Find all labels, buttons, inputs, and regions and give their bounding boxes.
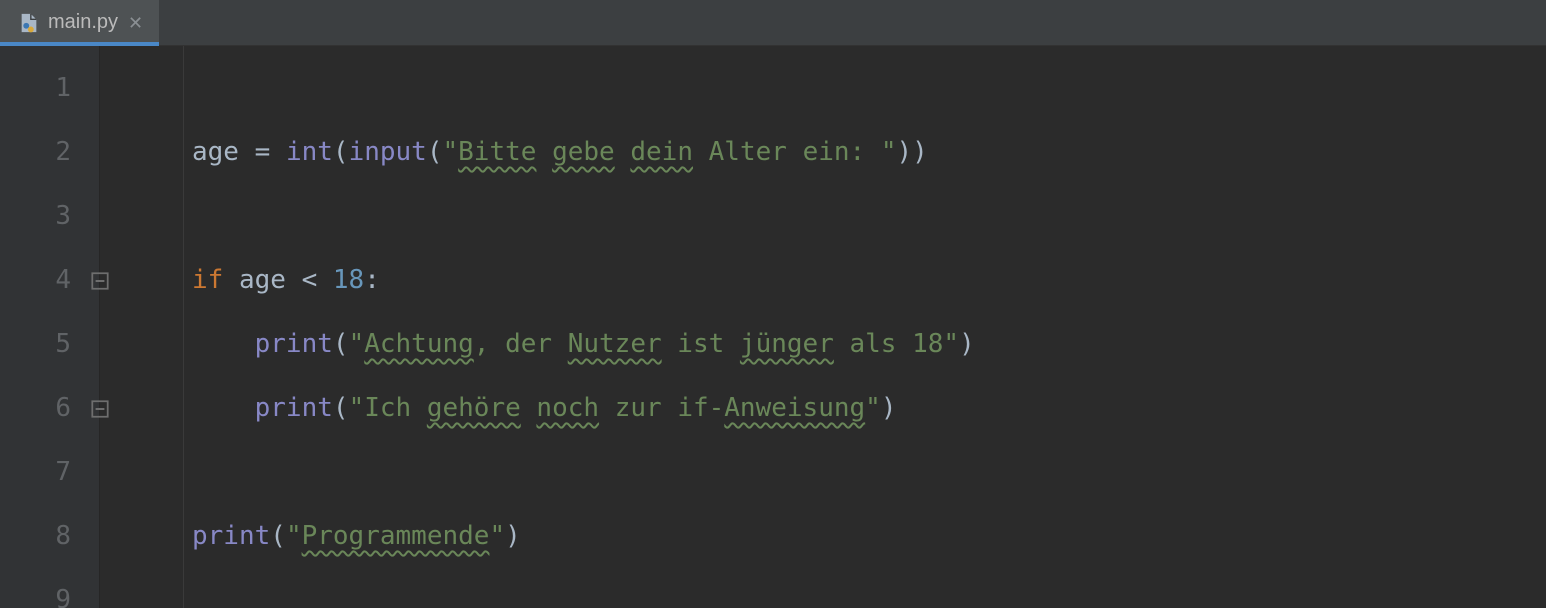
code-line[interactable] — [192, 184, 1546, 248]
code-token: dein — [630, 137, 693, 167]
code-token: input — [349, 137, 427, 167]
close-tab-icon[interactable]: ✕ — [126, 12, 145, 34]
code-token — [615, 137, 631, 167]
line-number: 4 — [0, 248, 99, 312]
code-token — [192, 393, 255, 423]
code-token: " — [489, 521, 505, 551]
code-token: ( — [333, 393, 349, 423]
code-line[interactable]: print("Programmende") — [192, 504, 1546, 568]
fold-cell — [100, 504, 183, 568]
code-token — [521, 393, 537, 423]
tab-bar: main.py ✕ — [0, 0, 1546, 46]
line-number-gutter: 123456789 — [0, 46, 100, 608]
code-token: < — [302, 265, 333, 295]
code-token: print — [255, 329, 333, 359]
code-token: print — [255, 393, 333, 423]
fold-cell — [100, 248, 183, 312]
code-token: int — [286, 137, 333, 167]
code-token: = — [255, 137, 286, 167]
code-token: Alter ein: " — [693, 137, 897, 167]
code-line[interactable] — [192, 440, 1546, 504]
code-token: if — [192, 265, 239, 295]
code-line[interactable] — [192, 56, 1546, 120]
fold-collapse-icon[interactable] — [89, 269, 111, 291]
line-number: 5 — [0, 312, 99, 376]
code-token: Nutzer — [568, 329, 662, 359]
code-token: , der — [474, 329, 568, 359]
fold-collapse-icon[interactable] — [89, 397, 111, 419]
fold-cell — [100, 120, 183, 184]
code-token: " — [286, 521, 302, 551]
fold-cell — [100, 568, 183, 608]
code-line[interactable]: print("Ich gehöre noch zur if-Anweisung"… — [192, 376, 1546, 440]
code-token: print — [192, 521, 270, 551]
code-token: : — [364, 265, 380, 295]
code-token: zur if- — [599, 393, 724, 423]
code-token: Bitte — [458, 137, 536, 167]
code-token: gehöre — [427, 393, 521, 423]
line-number: 3 — [0, 184, 99, 248]
code-token — [192, 329, 255, 359]
code-token: " — [865, 393, 881, 423]
line-number: 1 — [0, 56, 99, 120]
code-token: ) — [505, 521, 521, 551]
code-token: gebe — [552, 137, 615, 167]
tab-main-py[interactable]: main.py ✕ — [0, 0, 159, 45]
tab-label: main.py — [48, 11, 118, 34]
code-line[interactable]: print("Achtung, der Nutzer ist jünger al… — [192, 312, 1546, 376]
line-number: 2 — [0, 120, 99, 184]
fold-cell — [100, 184, 183, 248]
code-token: ( — [333, 137, 349, 167]
code-token: Achtung — [364, 329, 474, 359]
code-editor[interactable]: 123456789 age = int(input("Bitte gebe de… — [0, 46, 1546, 608]
code-area[interactable]: age = int(input("Bitte gebe dein Alter e… — [184, 46, 1546, 608]
code-token: age — [192, 137, 255, 167]
code-line[interactable]: age = int(input("Bitte gebe dein Alter e… — [192, 120, 1546, 184]
code-token: 18 — [333, 265, 364, 295]
fold-cell — [100, 440, 183, 504]
line-number: 7 — [0, 440, 99, 504]
fold-cell — [100, 376, 183, 440]
code-line[interactable] — [192, 568, 1546, 608]
code-token: ist — [662, 329, 740, 359]
code-token: noch — [536, 393, 599, 423]
code-token: age — [239, 265, 302, 295]
code-token: " — [349, 329, 365, 359]
code-token: Programmende — [302, 521, 490, 551]
code-token: ) — [881, 393, 897, 423]
python-file-icon — [18, 12, 40, 34]
code-token: " — [443, 137, 459, 167]
code-token: ) — [959, 329, 975, 359]
code-line[interactable]: if age < 18: — [192, 248, 1546, 312]
code-token: Anweisung — [724, 393, 865, 423]
code-token: "Ich — [349, 393, 427, 423]
code-token: ( — [333, 329, 349, 359]
line-number: 8 — [0, 504, 99, 568]
code-token: )) — [897, 137, 928, 167]
code-token: ( — [427, 137, 443, 167]
code-token: jünger — [740, 329, 834, 359]
fold-column — [100, 46, 184, 608]
code-token — [536, 137, 552, 167]
line-number: 9 — [0, 568, 99, 608]
line-number: 6 — [0, 376, 99, 440]
code-token: ( — [270, 521, 286, 551]
fold-cell — [100, 56, 183, 120]
code-token: als 18" — [834, 329, 959, 359]
fold-cell — [100, 312, 183, 376]
